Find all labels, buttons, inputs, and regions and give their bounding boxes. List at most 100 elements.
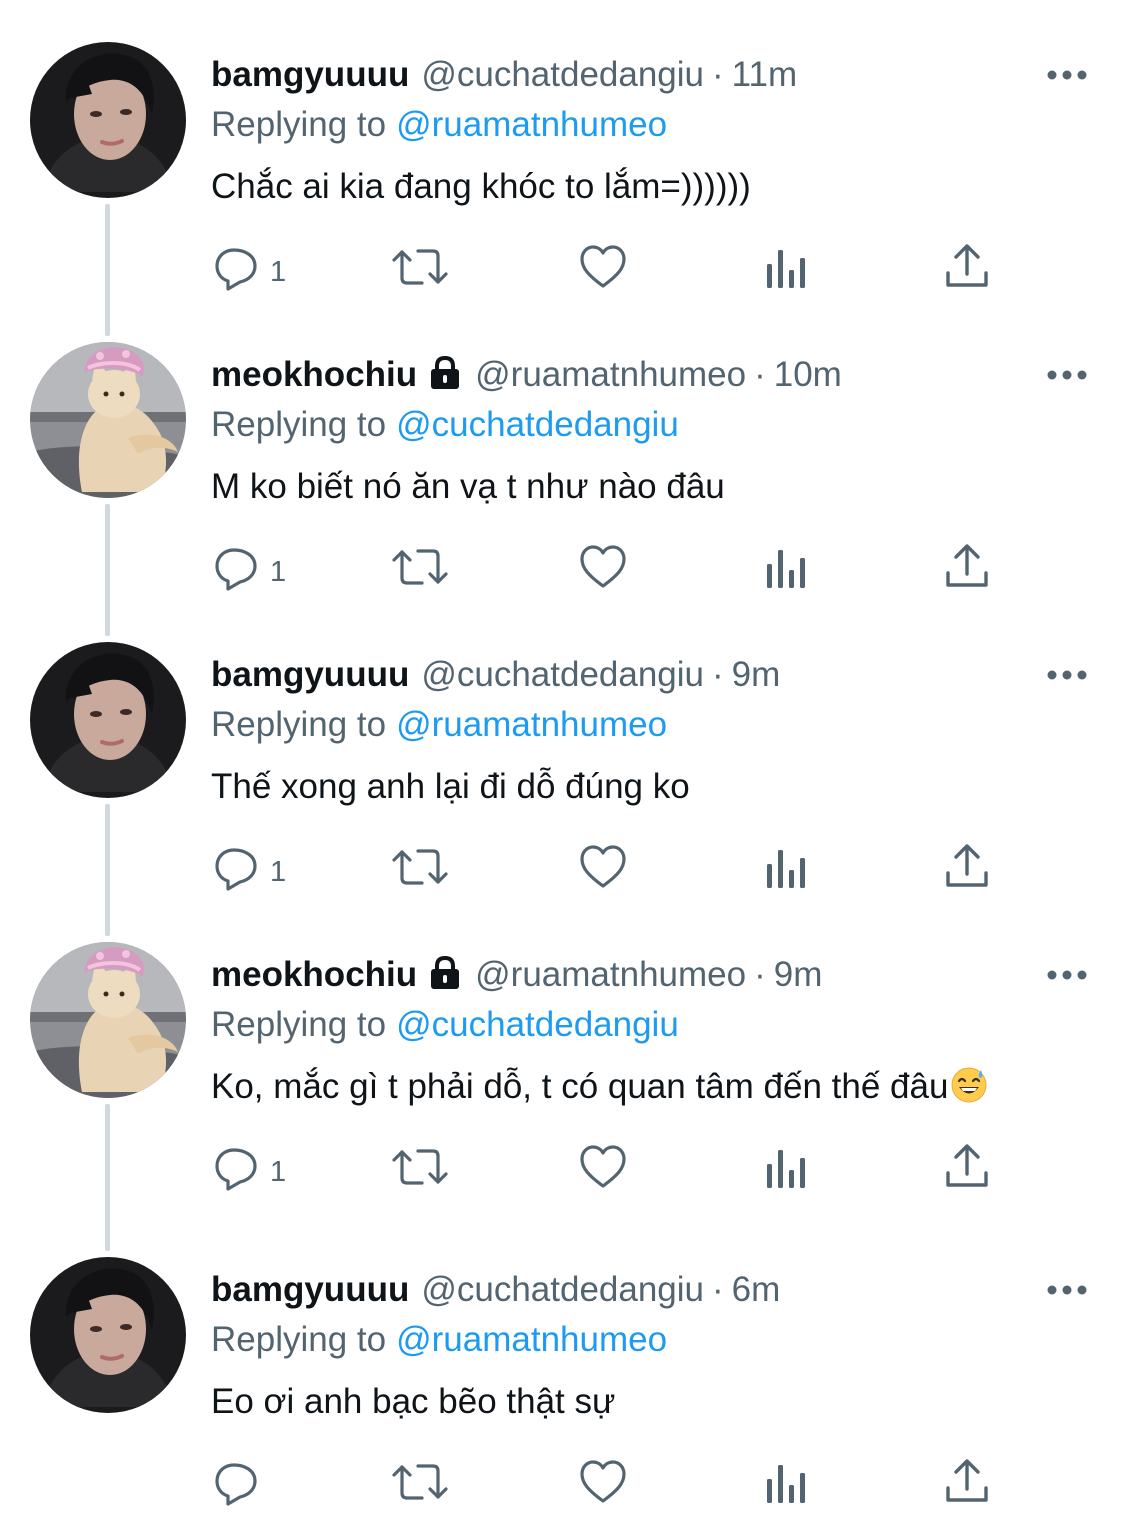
display-name[interactable]: meokhochiu [211, 355, 417, 394]
reply-button[interactable]: 1 [212, 842, 286, 902]
share-button[interactable] [944, 1457, 990, 1517]
share-icon [944, 242, 990, 292]
reply-count: 1 [270, 556, 287, 588]
retweet-button[interactable] [391, 1142, 449, 1202]
more-options-icon[interactable] [1045, 960, 1089, 990]
reply-count: 1 [270, 856, 287, 888]
retweet-icon [391, 242, 449, 292]
retweet-button[interactable] [391, 242, 449, 302]
user-handle[interactable]: @cuchatdedangiu [421, 55, 704, 94]
more-options-icon[interactable] [1045, 60, 1089, 90]
views-button[interactable] [765, 242, 809, 302]
like-button[interactable] [578, 1142, 628, 1202]
reply-button[interactable]: 1 [212, 1142, 286, 1202]
retweet-icon [391, 842, 449, 892]
thread-connector-line [105, 1104, 110, 1251]
avatar-boy[interactable] [30, 42, 186, 198]
retweet-icon [391, 1457, 449, 1507]
more-options-icon[interactable] [1045, 1275, 1089, 1305]
replying-to-label: Replying to [211, 1005, 387, 1044]
tweet-header: bamgyuuuu @cuchatdedangiu · 9m [211, 650, 780, 700]
timestamp[interactable]: 11m [732, 55, 798, 94]
replying-to-handle[interactable]: @cuchatdedangiu [396, 1005, 679, 1044]
share-button[interactable] [944, 842, 990, 902]
timestamp[interactable]: 9m [732, 655, 781, 694]
like-button[interactable] [578, 1457, 628, 1517]
display-name[interactable]: bamgyuuuu [211, 55, 409, 94]
separator-dot: · [754, 955, 766, 994]
share-button[interactable] [944, 242, 990, 302]
tweet-header: meokhochiu @ruamatnhumeo · 10m [211, 350, 842, 400]
separator-dot: · [712, 1270, 724, 1309]
reply-count: 1 [270, 256, 287, 288]
like-button[interactable] [578, 242, 628, 302]
retweet-icon [391, 542, 449, 592]
views-button[interactable] [765, 1142, 809, 1202]
reply-icon [212, 1142, 262, 1192]
separator-dot: · [712, 655, 724, 694]
reply-button[interactable]: 1 [212, 542, 286, 602]
like-button[interactable] [578, 542, 628, 602]
tweet-text-content: Ko, mắc gì t phải dỗ, t có quan tâm đến … [211, 1067, 949, 1106]
replying-to-line: Replying to @ruamatnhumeo [211, 1315, 667, 1365]
share-icon [944, 1142, 990, 1192]
views-button[interactable] [765, 1457, 809, 1517]
avatar-boy[interactable] [30, 642, 186, 798]
tweet-text-content: Thế xong anh lại đi dỗ đúng ko [211, 767, 690, 806]
action-bar: 1 [0, 242, 1125, 302]
views-button[interactable] [765, 842, 809, 902]
share-icon [944, 542, 990, 592]
reply-icon [212, 1457, 262, 1507]
replying-to-label: Replying to [211, 1320, 387, 1359]
lock-icon [427, 354, 463, 404]
like-icon [578, 842, 628, 892]
replying-to-label: Replying to [211, 105, 387, 144]
user-handle[interactable]: @cuchatdedangiu [421, 1270, 704, 1309]
replying-to-handle[interactable]: @ruamatnhumeo [396, 105, 667, 144]
retweet-icon [391, 1142, 449, 1192]
thread-connector-line [105, 204, 110, 336]
retweet-button[interactable] [391, 842, 449, 902]
share-button[interactable] [944, 542, 990, 602]
tweet-text-content: Chắc ai kia đang khóc to lắm=)))))) [211, 167, 751, 206]
replying-to-handle[interactable]: @ruamatnhumeo [396, 1320, 667, 1359]
avatar-boy[interactable] [30, 1257, 186, 1413]
share-button[interactable] [944, 1142, 990, 1202]
user-handle[interactable]: @cuchatdedangiu [421, 655, 704, 694]
action-bar: 1 [0, 842, 1125, 902]
views-button[interactable] [765, 542, 809, 602]
share-icon [944, 1457, 990, 1507]
replying-to-label: Replying to [211, 405, 387, 444]
lock-icon [427, 954, 463, 1004]
separator-dot: · [712, 55, 724, 94]
user-handle[interactable]: @ruamatnhumeo [475, 355, 746, 394]
timestamp[interactable]: 9m [774, 955, 823, 994]
more-options-icon[interactable] [1045, 360, 1089, 390]
more-options-icon[interactable] [1045, 660, 1089, 690]
action-bar [0, 1457, 1125, 1517]
user-handle[interactable]: @ruamatnhumeo [475, 955, 746, 994]
display-name[interactable]: bamgyuuuu [211, 655, 409, 694]
action-bar: 1 [0, 1142, 1125, 1202]
like-icon [578, 242, 628, 292]
action-bar: 1 [0, 542, 1125, 602]
retweet-button[interactable] [391, 542, 449, 602]
replying-to-handle[interactable]: @cuchatdedangiu [396, 405, 679, 444]
avatar-cat[interactable] [30, 942, 186, 1098]
timestamp[interactable]: 10m [774, 355, 842, 394]
like-button[interactable] [578, 842, 628, 902]
views-icon [765, 542, 809, 592]
replying-to-label: Replying to [211, 705, 387, 744]
avatar-cat[interactable] [30, 342, 186, 498]
display-name[interactable]: bamgyuuuu [211, 1270, 409, 1309]
views-icon [765, 1142, 809, 1192]
retweet-button[interactable] [391, 1457, 449, 1517]
separator-dot: · [754, 355, 766, 394]
timestamp[interactable]: 6m [732, 1270, 781, 1309]
reply-button[interactable]: 1 [212, 242, 286, 302]
replying-to-line: Replying to @cuchatdedangiu [211, 400, 679, 450]
reply-icon [212, 242, 262, 292]
reply-button[interactable] [212, 1457, 262, 1517]
display-name[interactable]: meokhochiu [211, 955, 417, 994]
replying-to-handle[interactable]: @ruamatnhumeo [396, 705, 667, 744]
